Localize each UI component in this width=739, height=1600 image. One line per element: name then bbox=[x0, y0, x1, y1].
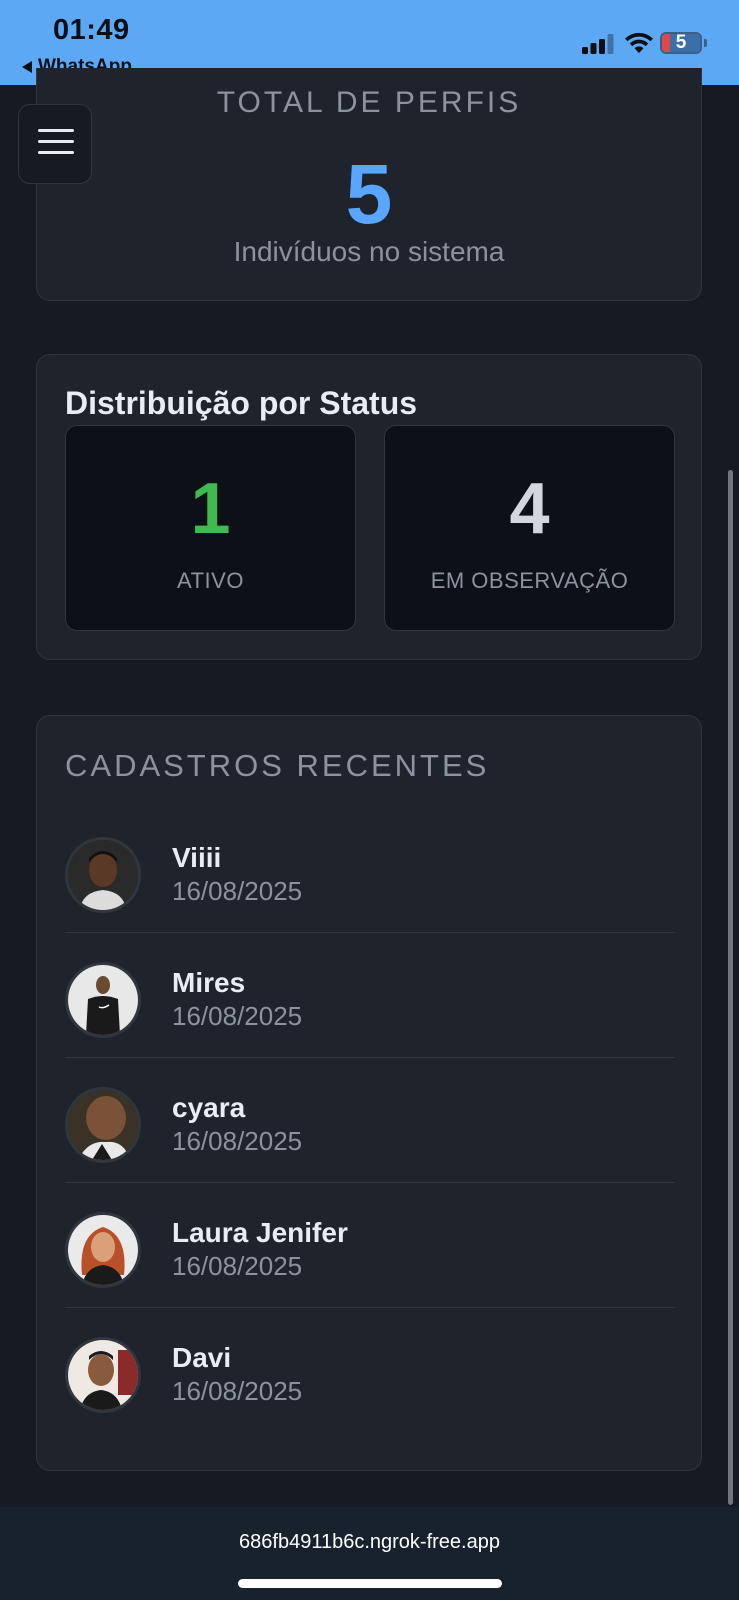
avatar bbox=[65, 1337, 141, 1413]
list-item[interactable]: Davi 16/08/2025 bbox=[65, 1308, 675, 1432]
status-distribution-card: Distribuição por Status 1 ATIVO 4 EM OBS… bbox=[36, 354, 702, 660]
status-time: 01:49 bbox=[53, 14, 130, 46]
stat-observation-label: EM OBSERVAÇÃO bbox=[430, 568, 629, 593]
item-date: 16/08/2025 bbox=[172, 1126, 303, 1156]
stat-active[interactable]: 1 ATIVO bbox=[65, 425, 356, 631]
home-indicator[interactable] bbox=[238, 1579, 502, 1588]
battery-icon: 5 bbox=[660, 32, 702, 54]
recent-list: Viiii 16/08/2025 Mires 16/08/2025 cyara … bbox=[65, 808, 675, 1432]
status-distribution-title: Distribuição por Status bbox=[65, 385, 418, 421]
item-name: cyara bbox=[172, 1092, 246, 1123]
hamburger-icon bbox=[38, 129, 74, 132]
battery-level: 5 bbox=[675, 32, 687, 53]
total-profiles-caption: Indivíduos no sistema bbox=[233, 236, 505, 267]
menu-button[interactable] bbox=[18, 104, 92, 184]
list-item[interactable]: Mires 16/08/2025 bbox=[65, 933, 675, 1058]
avatar bbox=[65, 1212, 141, 1288]
avatar bbox=[65, 837, 141, 913]
back-arrow-icon bbox=[22, 61, 32, 73]
scrollbar[interactable] bbox=[728, 470, 733, 1505]
stat-active-label: ATIVO bbox=[177, 568, 244, 593]
recent-registrations-card: CADASTROS RECENTES Viiii 16/08/2025 Mire… bbox=[36, 715, 702, 1471]
item-date: 16/08/2025 bbox=[172, 876, 303, 906]
total-profiles-card: TOTAL DE PERFIS 5 Indivíduos no sistema bbox=[36, 68, 702, 301]
item-date: 16/08/2025 bbox=[172, 1251, 303, 1281]
url-text: 686fb4911b6c.ngrok-free.app bbox=[239, 1531, 500, 1553]
stat-active-value: 1 bbox=[190, 469, 231, 549]
stat-observation-value: 4 bbox=[509, 469, 550, 549]
item-name: Mires bbox=[172, 967, 246, 998]
avatar bbox=[65, 1087, 141, 1163]
list-item[interactable]: cyara 16/08/2025 bbox=[65, 1058, 675, 1183]
battery-nub bbox=[704, 39, 707, 47]
cellular-signal-icon bbox=[582, 34, 614, 54]
wifi-icon bbox=[625, 32, 653, 53]
avatar bbox=[65, 962, 141, 1038]
item-name: Laura Jenifer bbox=[172, 1217, 348, 1248]
item-name: Viiii bbox=[172, 842, 222, 873]
item-date: 16/08/2025 bbox=[172, 1376, 303, 1406]
recent-registrations-title: CADASTROS RECENTES bbox=[65, 748, 490, 783]
item-name: Davi bbox=[172, 1342, 232, 1373]
total-profiles-value: 5 bbox=[345, 147, 393, 241]
stat-observation[interactable]: 4 EM OBSERVAÇÃO bbox=[384, 425, 675, 631]
list-item[interactable]: Viiii 16/08/2025 bbox=[65, 808, 675, 933]
item-date: 16/08/2025 bbox=[172, 1001, 303, 1031]
browser-url-bar[interactable]: 686fb4911b6c.ngrok-free.app bbox=[0, 1507, 739, 1600]
list-item[interactable]: Laura Jenifer 16/08/2025 bbox=[65, 1183, 675, 1308]
total-profiles-label: TOTAL DE PERFIS bbox=[216, 86, 522, 119]
